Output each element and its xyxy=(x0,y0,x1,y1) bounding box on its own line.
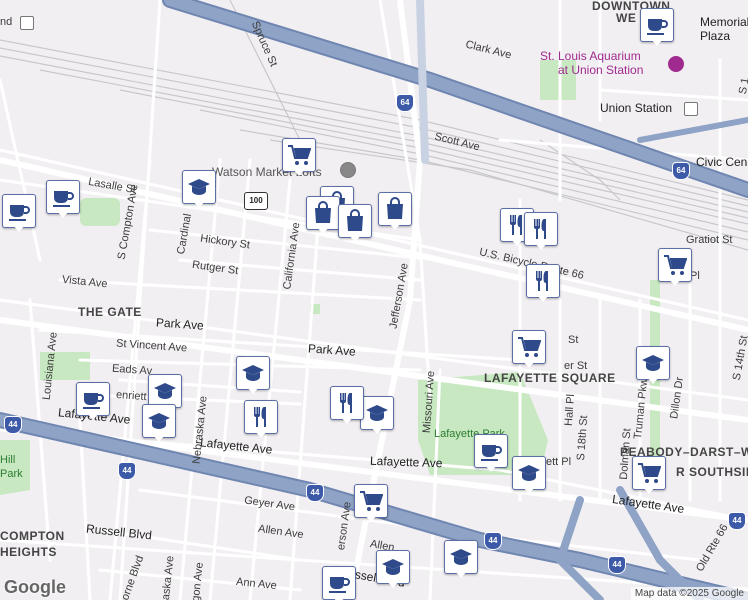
school-marker[interactable] xyxy=(444,540,478,580)
label-st: St xyxy=(568,334,579,346)
school-marker[interactable] xyxy=(182,170,216,210)
label-aquarium-2: at Union Station xyxy=(558,63,644,77)
grocery-cart-marker[interactable] xyxy=(282,138,316,178)
coffee-marker[interactable] xyxy=(76,382,110,422)
label-aquarium-1: St. Louis Aquarium xyxy=(540,49,641,63)
label-memorial: Memorial xyxy=(700,15,748,29)
label-ett-pl: ett Pl xyxy=(546,456,572,468)
label-lafayette-square: LAFAYETTE SQUARE xyxy=(484,371,616,385)
label-er-st: er St xyxy=(564,360,588,372)
i44-shield-a: 44 xyxy=(4,416,22,434)
label-civic-center: Civic Cen xyxy=(696,155,748,169)
school-marker[interactable] xyxy=(360,396,394,436)
coffee-marker[interactable] xyxy=(2,194,36,234)
i44-shield-e: 44 xyxy=(608,556,626,574)
grocery-cart-marker[interactable] xyxy=(512,330,546,370)
coffee-marker[interactable] xyxy=(46,180,80,220)
label-plaza: Plaza xyxy=(700,29,731,43)
school-marker[interactable] xyxy=(376,550,410,590)
shopping-bag-marker[interactable] xyxy=(338,204,372,244)
label-the-gate: THE GATE xyxy=(78,305,142,319)
mo100-shield: 100 xyxy=(244,192,268,210)
label-heights: HEIGHTS xyxy=(0,545,57,559)
google-logo: Google xyxy=(4,577,66,597)
label-union-station: Union Station xyxy=(600,101,673,115)
grocery-cart-marker[interactable] xyxy=(354,484,388,524)
school-marker[interactable] xyxy=(636,346,670,386)
label-hill-park-2: Park xyxy=(0,468,23,480)
i44-shield-c: 44 xyxy=(306,484,324,502)
i64-shield-a: 64 xyxy=(396,94,414,112)
grocery-cart-marker[interactable] xyxy=(632,456,666,496)
coffee-marker[interactable] xyxy=(474,434,508,474)
restaurant-marker[interactable] xyxy=(330,386,364,426)
label-compton: COMPTON xyxy=(0,529,65,543)
coffee-marker[interactable] xyxy=(322,566,356,600)
school-marker[interactable] xyxy=(236,356,270,396)
coffee-marker[interactable] xyxy=(640,8,674,48)
i44-shield-b: 44 xyxy=(118,462,136,480)
label-gratiot-st: Gratiot St xyxy=(686,234,733,246)
aquarium-pin-icon[interactable] xyxy=(668,56,684,72)
school-marker[interactable] xyxy=(512,456,546,496)
grocery-cart-marker[interactable] xyxy=(658,248,692,288)
map-attribution[interactable]: Map data ©2025 Google xyxy=(630,587,748,600)
label-s-1: S 1 xyxy=(736,76,748,96)
train-station-icon xyxy=(684,102,698,116)
i44-shield-f: 44 xyxy=(728,512,746,530)
restaurant-marker[interactable] xyxy=(524,212,558,252)
school-marker[interactable] xyxy=(142,404,176,444)
label-hall-pl: Hall Pl xyxy=(562,393,577,427)
label-henrietta: enriett xyxy=(115,388,147,404)
i44-shield-d: 44 xyxy=(484,532,502,550)
label-southside: R SOUTHSIDE xyxy=(676,465,748,479)
label-hill-park-1: Hill xyxy=(0,454,16,466)
label-park-ave-2: Park Ave xyxy=(307,341,357,359)
transit-icon xyxy=(20,16,34,30)
watson-pin-icon[interactable] xyxy=(340,162,356,178)
label-downtown-west: WE xyxy=(616,11,637,25)
restaurant-marker[interactable] xyxy=(526,264,560,304)
i64-shield-b: 64 xyxy=(672,162,690,180)
label-lafayette-ave-3: Lafayette Ave xyxy=(369,453,443,471)
restaurant-marker[interactable] xyxy=(244,400,278,440)
shopping-bag-marker[interactable] xyxy=(378,192,412,232)
map-canvas[interactable]: DOWNTOWN WE THE GATE LAFAYETTE SQUARE PE… xyxy=(0,0,748,600)
label-park-ave-1: Park Ave xyxy=(155,315,205,333)
shopping-bag-marker[interactable] xyxy=(306,196,340,236)
label-ind: nd xyxy=(0,16,13,28)
